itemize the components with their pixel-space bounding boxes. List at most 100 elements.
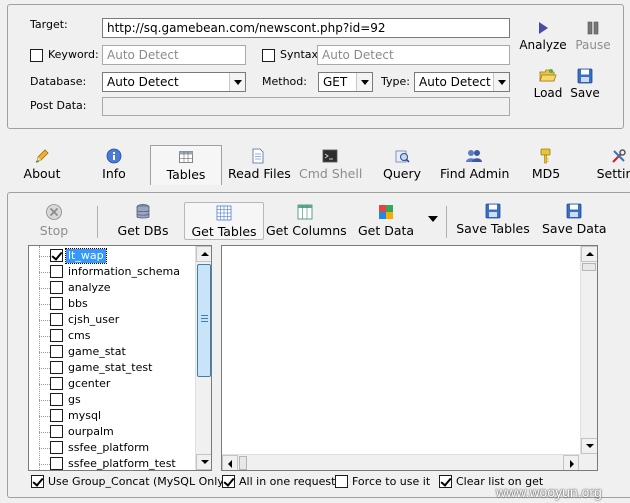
key-icon — [540, 148, 551, 164]
tree-item[interactable]: ourpalm — [29, 424, 189, 440]
scroll-down-button[interactable] — [196, 454, 211, 470]
tab-query[interactable]: Query — [380, 145, 424, 185]
target-input[interactable]: http://sq.gamebean.com/newscont.php?id=9… — [102, 18, 510, 38]
pause-button[interactable]: Pause — [572, 20, 614, 52]
database-tree[interactable]: lt_wap information_schema analyze bbs cjsh_u… — [28, 245, 212, 471]
stop-icon — [46, 204, 62, 220]
tree-connector — [39, 384, 50, 385]
tree-item-label: analyze — [68, 281, 111, 294]
all-in-one-checkbox[interactable] — [222, 475, 235, 488]
save-button[interactable]: Save — [568, 68, 602, 100]
tree-item-checkbox[interactable] — [50, 345, 63, 358]
data-grid-icon — [379, 205, 393, 219]
group-concat-checkbox[interactable] — [31, 475, 44, 488]
table-grid-icon — [179, 151, 193, 163]
tree-item-checkbox[interactable] — [50, 361, 63, 374]
tree-item-checkbox[interactable] — [50, 297, 63, 310]
tab-read-files[interactable]: Read Files — [228, 145, 291, 185]
tab-about[interactable]: About — [20, 145, 64, 185]
tree-item-checkbox[interactable] — [50, 313, 63, 326]
scroll-thumb[interactable] — [197, 264, 211, 377]
save-tables-button[interactable]: Save Tables — [456, 202, 530, 240]
get-dbs-button[interactable]: Get DBs — [113, 202, 173, 240]
load-button[interactable]: Load — [529, 68, 567, 100]
scroll-right-button[interactable] — [563, 455, 579, 470]
save-data-label: Save Data — [542, 221, 607, 236]
tree-scrollbar[interactable] — [195, 246, 211, 470]
keyword-input[interactable]: Auto Detect — [102, 45, 246, 65]
info-icon — [106, 148, 122, 164]
database-select[interactable]: Auto Detect — [102, 72, 246, 92]
tab-info[interactable]: Info — [96, 145, 132, 185]
tree-item[interactable]: lt_wap — [29, 248, 189, 264]
tree-item-checkbox[interactable] — [50, 425, 63, 438]
scroll-thumb[interactable] — [239, 456, 247, 470]
tree-connector — [39, 448, 50, 449]
tab-find-admin[interactable]: Find Admin — [440, 145, 509, 185]
tables-list[interactable] — [221, 245, 598, 471]
keyword-checkbox[interactable] — [30, 49, 43, 62]
tree-item-checkbox[interactable] — [50, 249, 63, 262]
type-select[interactable]: Auto Detect — [414, 72, 510, 92]
get-data-button[interactable]: Get Data — [354, 202, 418, 240]
syntax-input[interactable]: Auto Detect — [317, 45, 510, 65]
tree-connector — [39, 400, 50, 401]
tree-item-checkbox[interactable] — [50, 377, 63, 390]
stop-button[interactable]: Stop — [30, 202, 78, 240]
tab-cmd-shell[interactable]: Cmd Shell — [299, 145, 363, 185]
tree-item-label: ssfee_platform — [68, 441, 150, 454]
postdata-input[interactable] — [102, 97, 510, 116]
tree-item-checkbox[interactable] — [50, 441, 63, 454]
floppy-disk-icon — [566, 203, 582, 219]
tree-item-checkbox[interactable] — [50, 329, 63, 342]
tree-connector — [39, 320, 50, 321]
tree-item[interactable]: game_stat — [29, 344, 189, 360]
method-select-value: GET — [323, 75, 348, 89]
syntax-checkbox[interactable] — [262, 49, 275, 62]
tree-item[interactable]: game_stat_test — [29, 360, 189, 376]
tree-item[interactable]: gcenter — [29, 376, 189, 392]
force-checkbox[interactable] — [335, 475, 348, 488]
terminal-icon — [322, 149, 338, 163]
tree-item[interactable]: ssfee_platform — [29, 440, 189, 456]
get-columns-button[interactable]: Get Columns — [266, 202, 347, 240]
tree-item[interactable]: ssfee_platform_test — [29, 456, 189, 470]
tree-item-checkbox[interactable] — [50, 409, 63, 422]
query-icon — [395, 150, 410, 163]
tree-item[interactable]: cjsh_user — [29, 312, 189, 328]
scroll-left-button[interactable] — [222, 455, 238, 470]
scroll-down-button[interactable] — [581, 438, 597, 454]
tab-cmd-shell-label: Cmd Shell — [299, 166, 363, 181]
tree-item-checkbox[interactable] — [50, 457, 63, 470]
tab-md5[interactable]: MD5 — [528, 145, 564, 185]
tree-item-label: cms — [68, 329, 91, 342]
tab-setting[interactable]: Setting — [594, 145, 630, 185]
tree-connector — [39, 432, 50, 433]
save-label: Save — [570, 86, 600, 100]
chevron-down-icon — [493, 73, 509, 91]
save-data-button[interactable]: Save Data — [542, 202, 607, 240]
pause-label: Pause — [575, 38, 611, 52]
get-data-dropdown[interactable] — [426, 212, 440, 226]
list-vertical-scrollbar[interactable] — [580, 246, 597, 454]
tree-item[interactable]: analyze — [29, 280, 189, 296]
scroll-up-button[interactable] — [581, 246, 597, 262]
get-dbs-label: Get DBs — [117, 223, 169, 238]
tree-item-checkbox[interactable] — [50, 393, 63, 406]
method-select[interactable]: GET — [318, 72, 373, 92]
tab-tables[interactable]: Tables — [150, 145, 222, 185]
get-tables-button[interactable]: Get Tables — [184, 202, 264, 240]
tree-connector — [39, 464, 50, 465]
list-horizontal-scrollbar[interactable] — [222, 454, 580, 470]
tree-item-checkbox[interactable] — [50, 265, 63, 278]
tree-item[interactable]: mysql — [29, 408, 189, 424]
scroll-thumb[interactable] — [582, 263, 596, 271]
analyze-button[interactable]: Analyze — [519, 20, 567, 52]
tree-item-checkbox[interactable] — [50, 281, 63, 294]
tree-item[interactable]: bbs — [29, 296, 189, 312]
clear-list-checkbox[interactable] — [439, 475, 452, 488]
tree-item[interactable]: gs — [29, 392, 189, 408]
tree-item[interactable]: information_schema — [29, 264, 189, 280]
tree-item[interactable]: cms — [29, 328, 189, 344]
scroll-up-button[interactable] — [196, 246, 211, 262]
